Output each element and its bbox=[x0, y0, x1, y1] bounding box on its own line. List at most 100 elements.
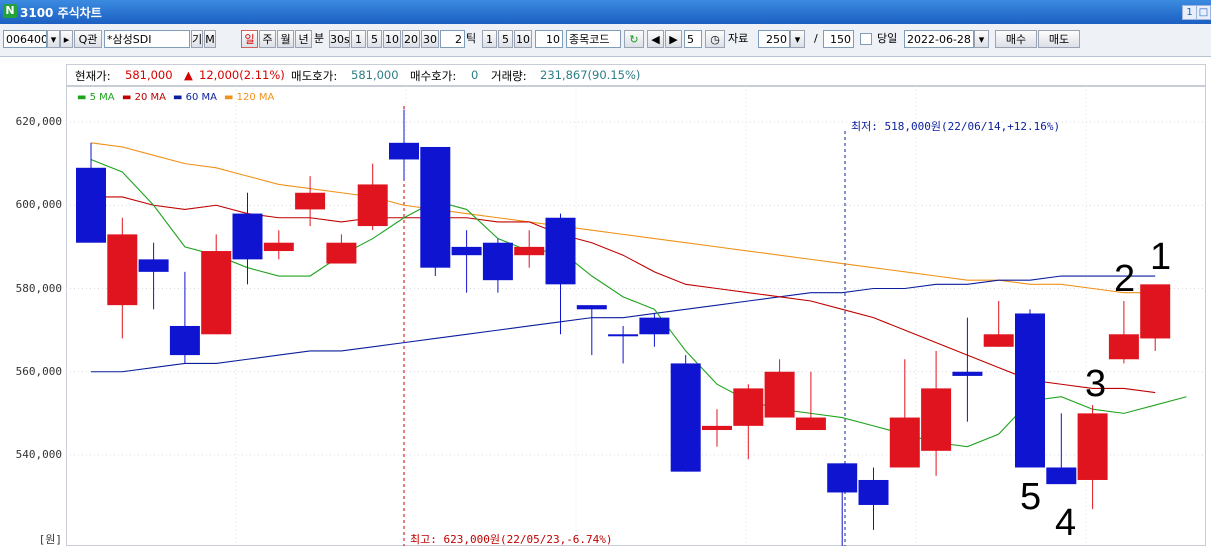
next-button[interactable]: ▸ bbox=[60, 30, 73, 48]
period-year-button[interactable]: 년 bbox=[295, 30, 312, 48]
search-button[interactable]: Q관 bbox=[74, 30, 102, 48]
candle-body bbox=[1046, 467, 1077, 485]
period-day-button[interactable]: 일 bbox=[241, 30, 258, 48]
candle-body bbox=[764, 371, 795, 418]
candle-body bbox=[201, 251, 232, 335]
today-label: 당일 bbox=[877, 32, 898, 45]
tick-count-input[interactable]: 10 bbox=[535, 30, 563, 48]
minute-5-button[interactable]: 5 bbox=[367, 30, 382, 48]
candle-body bbox=[889, 417, 920, 468]
minute-20-button[interactable]: 20 bbox=[402, 30, 420, 48]
tick-1-button[interactable]: 1 bbox=[482, 30, 497, 48]
window-title: 3100 주식차트 bbox=[20, 6, 102, 20]
up-triangle-icon: ▲ bbox=[184, 68, 193, 82]
chevron-down-icon: ▾ bbox=[794, 33, 801, 46]
minute-30-button[interactable]: 30 bbox=[421, 30, 439, 48]
restore-button[interactable]: 1 bbox=[1182, 5, 1197, 20]
candle-body bbox=[702, 425, 732, 431]
candle-body bbox=[107, 234, 138, 306]
y-unit-label: [원] bbox=[38, 533, 62, 546]
candle-body bbox=[295, 192, 326, 210]
m-button[interactable]: M bbox=[204, 30, 216, 48]
next-arrow-button[interactable]: ▶ bbox=[665, 30, 682, 48]
data-count-select[interactable]: 250 bbox=[758, 30, 790, 48]
play-icon: ▸ bbox=[63, 33, 70, 46]
candle-body bbox=[858, 479, 889, 505]
candle-body bbox=[263, 242, 294, 252]
candle-body bbox=[576, 305, 607, 310]
ask-value: 581,000 bbox=[351, 68, 399, 82]
candle-body bbox=[639, 317, 670, 335]
refresh-button[interactable]: ↻ bbox=[624, 30, 644, 48]
candle-body bbox=[827, 463, 858, 493]
today-checkbox[interactable] bbox=[860, 33, 872, 45]
data-label: 자료 bbox=[728, 32, 749, 45]
candle-body bbox=[451, 246, 482, 256]
stock-name-field[interactable]: *삼성SDI bbox=[104, 30, 190, 48]
candle-body bbox=[482, 242, 513, 281]
tick-10-button[interactable]: 10 bbox=[514, 30, 532, 48]
refresh-icon: ↻ bbox=[629, 33, 639, 46]
arrow-left-icon: ◀ bbox=[651, 33, 660, 46]
code-dropdown-button[interactable]: ▾ bbox=[47, 30, 60, 48]
tick-5-button[interactable]: 5 bbox=[498, 30, 513, 48]
candle-body bbox=[983, 334, 1014, 347]
candle-body bbox=[1077, 413, 1108, 480]
code-select[interactable]: 종목코드 bbox=[566, 30, 621, 48]
chevron-down-icon: ▾ bbox=[978, 33, 985, 46]
volume-label: 거래량: bbox=[491, 69, 527, 83]
candle-body bbox=[138, 259, 169, 272]
prev-arrow-button[interactable]: ◀ bbox=[647, 30, 664, 48]
candle-body bbox=[733, 388, 764, 426]
candle-body bbox=[1015, 313, 1045, 468]
gi-button[interactable]: 기 bbox=[191, 30, 203, 48]
clock-icon: ◷ bbox=[710, 33, 720, 46]
candle-body bbox=[1140, 284, 1171, 339]
candle-body bbox=[420, 146, 451, 268]
slash-label: / bbox=[814, 32, 818, 45]
bid-label: 매수호가: bbox=[410, 69, 457, 83]
candle-body bbox=[608, 334, 639, 337]
candle-body bbox=[169, 325, 200, 356]
candle-body bbox=[76, 167, 106, 243]
title-bar: N 3100 주식차트 1 □ bbox=[0, 0, 1211, 24]
total-count-input[interactable]: 150 bbox=[823, 30, 854, 48]
quote-info-bar: 현재가: 581,000 ▲ 12,000(2.11%) 매도호가: 581,0… bbox=[66, 64, 1206, 86]
minute-1-button[interactable]: 1 bbox=[351, 30, 366, 48]
period-month-button[interactable]: 월 bbox=[277, 30, 294, 48]
y-tick-label: 600,000 bbox=[15, 198, 62, 211]
spin-input[interactable]: 5 bbox=[684, 30, 702, 48]
minute-10-button[interactable]: 10 bbox=[383, 30, 401, 48]
maximize-button[interactable]: □ bbox=[1196, 5, 1211, 20]
y-tick-label: 540,000 bbox=[15, 448, 62, 461]
buy-button[interactable]: 매수 bbox=[995, 30, 1037, 48]
marker-5: 5 bbox=[1020, 476, 1042, 518]
candle-body bbox=[545, 217, 576, 285]
price-label: 현재가: bbox=[75, 69, 111, 83]
search-icon: Q bbox=[78, 33, 88, 46]
date-field[interactable]: 2022-06-28 bbox=[904, 30, 974, 48]
marker-4: 4 bbox=[1055, 502, 1077, 544]
price-value: 581,000 bbox=[125, 68, 173, 82]
candle-body bbox=[795, 417, 826, 431]
data-count-dropdown[interactable]: ▾ bbox=[790, 30, 805, 48]
tick-input[interactable]: 2 bbox=[440, 30, 465, 48]
marker-2: 2 bbox=[1114, 258, 1136, 300]
clock-button[interactable]: ◷ bbox=[705, 30, 725, 48]
candle-body bbox=[952, 371, 983, 376]
candle-body bbox=[389, 142, 419, 160]
arrow-right-icon: ▶ bbox=[669, 33, 678, 46]
y-tick-label: 580,000 bbox=[15, 282, 62, 295]
stock-code-input[interactable]: 006400 bbox=[3, 30, 47, 48]
search-label: 관 bbox=[87, 33, 98, 46]
sell-button[interactable]: 매도 bbox=[1038, 30, 1080, 48]
toolbar: 006400 ▾ ▸ Q관 *삼성SDI 기 M 일 주 월 년 분 30s 1… bbox=[0, 24, 1211, 57]
candle-body bbox=[326, 242, 357, 264]
y-tick-label: 620,000 bbox=[15, 115, 62, 128]
period-week-button[interactable]: 주 bbox=[259, 30, 276, 48]
candle-body bbox=[670, 363, 701, 472]
marker-3: 3 bbox=[1085, 363, 1107, 405]
date-dropdown[interactable]: ▾ bbox=[974, 30, 989, 48]
tick-label: 틱 bbox=[466, 32, 477, 45]
minute-select-button[interactable]: 30s bbox=[329, 30, 350, 48]
